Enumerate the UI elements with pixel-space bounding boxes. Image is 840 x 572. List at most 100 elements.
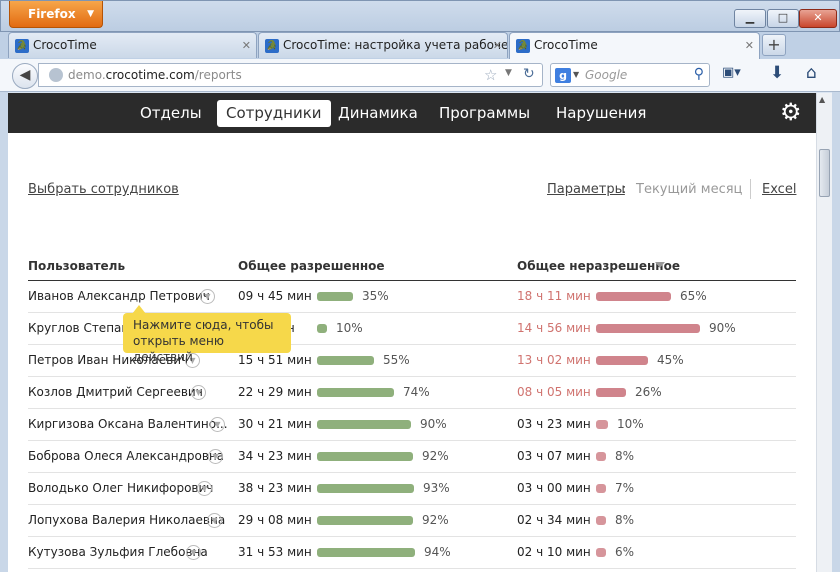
allowed-time: 34 ч 23 мин bbox=[238, 449, 312, 463]
sort-desc-icon[interactable] bbox=[655, 262, 665, 268]
allowed-time: 29 ч 08 мин bbox=[238, 513, 312, 527]
scrollbar-thumb[interactable] bbox=[819, 149, 830, 197]
tab-title: CrocoTime bbox=[33, 38, 97, 52]
user-name[interactable]: Киргизова Оксана Валентино... bbox=[28, 417, 228, 431]
parameters-link[interactable]: Параметры bbox=[547, 182, 625, 197]
globe-icon bbox=[49, 68, 63, 82]
browser-tab-active[interactable]: 🐊 CrocoTime ✕ bbox=[509, 32, 760, 59]
page-content: Отделы Сотрудники Динамика Программы Нар… bbox=[8, 93, 816, 572]
crocotime-favicon-icon: 🐊 bbox=[265, 39, 279, 53]
url-prefix: demo. bbox=[68, 68, 106, 82]
allowed-progress-bar bbox=[317, 324, 327, 333]
table-row[interactable]: Володько Олег Никифорович ▼ 38 ч 23 мин 93%… bbox=[28, 473, 796, 505]
search-input[interactable]: Google bbox=[585, 68, 627, 82]
table-row[interactable]: Козлов Дмитрий Сергеевич ▼ 22 ч 29 мин 74% 0… bbox=[28, 377, 796, 409]
table-row[interactable]: Киргизова Оксана Валентино... ▼ 30 ч 21 ми… bbox=[28, 409, 796, 441]
close-window-button[interactable]: ✕ bbox=[799, 9, 837, 28]
allowed-progress-bar bbox=[317, 420, 411, 429]
user-name[interactable]: Иванов Александр Петрович bbox=[28, 289, 210, 303]
allowed-progress-bar bbox=[317, 292, 353, 301]
denied-time: 02 ч 34 мин bbox=[517, 513, 591, 527]
denied-progress-bar bbox=[596, 548, 606, 557]
select-employees-link[interactable]: Выбрать сотрудников bbox=[28, 182, 179, 197]
new-tab-button[interactable]: + bbox=[762, 34, 786, 56]
allowed-percent: 92% bbox=[422, 513, 449, 527]
allowed-percent: 74% bbox=[403, 385, 430, 399]
denied-percent: 6% bbox=[615, 545, 635, 559]
tab-close-icon[interactable]: ✕ bbox=[745, 33, 754, 58]
row-actions-menu-icon[interactable]: ▼ bbox=[207, 513, 222, 528]
user-name[interactable]: Лопухова Валерия Николаевна bbox=[28, 513, 225, 527]
denied-percent: 7% bbox=[615, 481, 635, 495]
arrow-left-icon: ◀ bbox=[19, 67, 31, 83]
engine-dropdown-icon[interactable]: ▼ bbox=[573, 70, 579, 79]
home-icon[interactable]: ⌂ bbox=[806, 63, 817, 83]
nav-employees[interactable]: Сотрудники bbox=[217, 100, 331, 127]
browser-tab[interactable]: 🐊 CrocoTime: настройка учета рабоче... ✕ bbox=[258, 32, 508, 58]
denied-percent: 65% bbox=[680, 289, 707, 303]
row-actions-menu-icon[interactable]: ▼ bbox=[191, 385, 206, 400]
tab-title: CrocoTime: настройка учета рабоче... bbox=[283, 38, 508, 52]
tab-close-icon[interactable]: ✕ bbox=[493, 33, 502, 58]
denied-time: 03 ч 00 мин bbox=[517, 481, 591, 495]
tab-title: CrocoTime bbox=[534, 38, 598, 52]
divider bbox=[750, 179, 751, 199]
row-actions-menu-icon[interactable]: ▼ bbox=[186, 545, 201, 560]
denied-time: 13 ч 02 мин bbox=[517, 353, 591, 367]
google-engine-icon[interactable]: g bbox=[555, 68, 571, 83]
row-actions-menu-icon[interactable]: ▼ bbox=[197, 481, 212, 496]
firefox-menu-button[interactable]: Firefox ▼ bbox=[9, 1, 103, 28]
denied-progress-bar bbox=[596, 452, 606, 461]
url-domain: crocotime.com bbox=[105, 68, 195, 82]
nav-dynamics[interactable]: Динамика bbox=[329, 100, 427, 127]
reload-icon[interactable]: ↻ bbox=[523, 66, 535, 82]
nav-violations[interactable]: Нарушения bbox=[547, 100, 655, 127]
url-path: /reports bbox=[194, 68, 242, 82]
url-text[interactable]: demo.crocotime.com/reports bbox=[68, 68, 242, 82]
crocotime-favicon-icon: 🐊 bbox=[15, 39, 29, 53]
maximize-button[interactable]: □ bbox=[767, 9, 799, 28]
user-name[interactable]: Кутузова Зульфия Глебовна bbox=[28, 545, 208, 559]
excel-export-link[interactable]: Excel bbox=[762, 182, 796, 197]
denied-time: 02 ч 10 мин bbox=[517, 545, 591, 559]
nav-departments[interactable]: Отделы bbox=[131, 100, 211, 127]
search-bar[interactable]: g ▼ Google ⚲ bbox=[550, 63, 710, 87]
scroll-up-icon[interactable]: ▲ bbox=[819, 95, 825, 104]
column-header-user[interactable]: Пользователь bbox=[28, 259, 125, 273]
address-bar[interactable]: demo.crocotime.com/reports ☆ ▼ ↻ bbox=[38, 63, 543, 87]
nav-programs[interactable]: Программы bbox=[430, 100, 539, 127]
bookmarks-menu-icon[interactable]: ▣▾ bbox=[722, 65, 752, 85]
search-icon[interactable]: ⚲ bbox=[694, 66, 704, 82]
row-actions-menu-icon[interactable]: ▼ bbox=[200, 289, 215, 304]
window-frame-left bbox=[0, 92, 8, 572]
app-navigation: Отделы Сотрудники Динамика Программы Нар… bbox=[8, 93, 816, 133]
column-header-allowed[interactable]: Общее разрешенное bbox=[238, 259, 385, 273]
gear-icon[interactable]: ⚙ bbox=[780, 98, 802, 126]
vertical-scrollbar[interactable]: ▲ bbox=[816, 93, 832, 572]
bookmark-star-icon[interactable]: ☆ bbox=[484, 66, 497, 84]
denied-percent: 8% bbox=[615, 449, 635, 463]
allowed-progress-bar bbox=[317, 452, 413, 461]
window-frame-right bbox=[832, 92, 840, 572]
minimize-button[interactable]: ▁ bbox=[734, 9, 766, 28]
download-icon[interactable]: ⬇ bbox=[770, 63, 784, 83]
browser-tab[interactable]: 🐊 CrocoTime ✕ bbox=[8, 32, 257, 58]
user-name[interactable]: Боброва Олеся Александровна bbox=[28, 449, 224, 463]
allowed-percent: 35% bbox=[362, 289, 389, 303]
row-actions-menu-icon[interactable]: ▼ bbox=[210, 417, 225, 432]
allowed-percent: 55% bbox=[383, 353, 410, 367]
history-dropdown-icon[interactable]: ▼ bbox=[505, 68, 512, 78]
table-row[interactable]: Лопухова Валерия Николаевна ▼ 29 ч 08 мин 9… bbox=[28, 505, 796, 537]
tab-close-icon[interactable]: ✕ bbox=[242, 33, 251, 58]
row-actions-menu-icon[interactable]: ▼ bbox=[208, 449, 223, 464]
allowed-percent: 10% bbox=[336, 321, 363, 335]
user-name[interactable]: Володько Олег Никифорович bbox=[28, 481, 213, 495]
back-button[interactable]: ◀ bbox=[12, 63, 38, 89]
table-row[interactable]: Кутузова Зульфия Глебовна ▼ 31 ч 53 мин 94%… bbox=[28, 537, 796, 569]
tab-strip: 🐊 CrocoTime ✕ 🐊 CrocoTime: настройка уче… bbox=[0, 32, 840, 59]
denied-progress-bar bbox=[596, 356, 648, 365]
user-name[interactable]: Козлов Дмитрий Сергеевич bbox=[28, 385, 203, 399]
table-row[interactable]: Боброва Олеся Александровна ▼ 34 ч 23 мин 9… bbox=[28, 441, 796, 473]
allowed-progress-bar bbox=[317, 388, 394, 397]
allowed-time: 30 ч 21 мин bbox=[238, 417, 312, 431]
